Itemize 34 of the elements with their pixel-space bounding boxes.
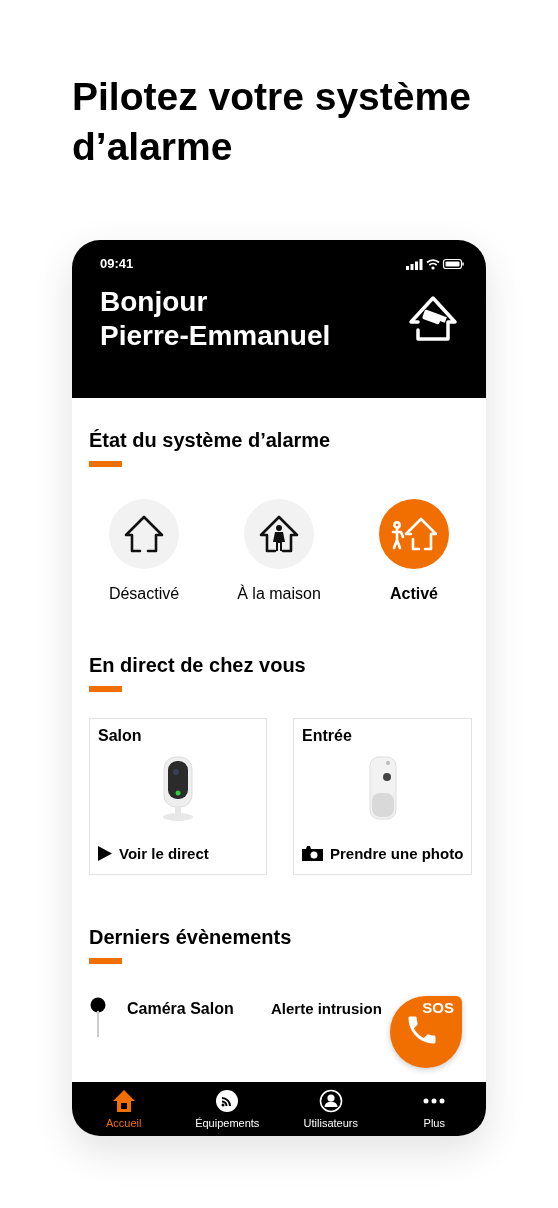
- camera-card[interactable]: Entrée Prendre une photo: [293, 718, 473, 875]
- house-camera-icon[interactable]: [406, 294, 460, 344]
- mode-option[interactable]: Désactivé: [89, 499, 199, 603]
- card-action-link[interactable]: Prendre une photo: [302, 845, 464, 862]
- user-name: Pierre-Emmanuel: [100, 319, 331, 353]
- play-icon: [98, 846, 112, 861]
- tab[interactable]: Équipements: [177, 1082, 278, 1136]
- mode-option[interactable]: Activé: [359, 499, 469, 603]
- tab[interactable]: Plus: [384, 1082, 485, 1136]
- section-title: En direct de chez vous: [89, 653, 307, 677]
- section-title: État du système d’alarme: [89, 428, 332, 452]
- signal-icon: [215, 1089, 240, 1113]
- camera-icon: [302, 846, 323, 861]
- more-icon: [422, 1098, 447, 1104]
- timeline-dot-icon: [90, 997, 106, 1037]
- tab[interactable]: Utilisateurs: [280, 1082, 381, 1136]
- tab[interactable]: Accueil: [73, 1082, 174, 1136]
- status-icons: [406, 257, 464, 270]
- house-icon: [111, 1089, 136, 1113]
- camera-card[interactable]: Salon Voir le direct: [89, 718, 267, 875]
- section-title: Derniers évènements: [89, 925, 293, 949]
- title-underline: [89, 461, 122, 467]
- greeting: Bonjour: [100, 285, 209, 319]
- camera-name: Salon: [98, 727, 143, 745]
- camera-name: Entrée: [302, 727, 353, 745]
- mode-option[interactable]: À la maison: [224, 499, 334, 603]
- title-underline: [89, 686, 122, 692]
- user-icon: [318, 1089, 343, 1113]
- title-underline: [89, 958, 122, 964]
- event-source: Caméra Salon: [127, 999, 235, 1019]
- event-title: Alerte intrusion: [271, 999, 382, 1019]
- page-title: Pilotez votre système d’alarme: [72, 74, 472, 170]
- card-action-link[interactable]: Voir le direct: [98, 845, 258, 862]
- status-time: 09:41: [100, 256, 134, 271]
